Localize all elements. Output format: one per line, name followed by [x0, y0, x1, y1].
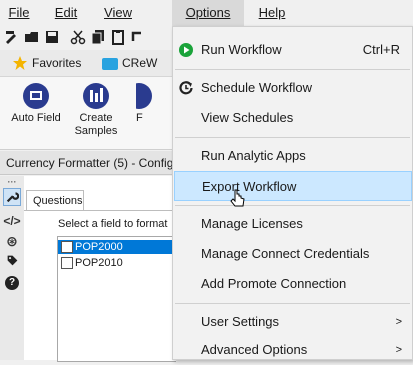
xml-icon[interactable]: </> — [3, 212, 21, 230]
tool-auto-field[interactable]: Auto Field — [6, 83, 66, 125]
tab-crew-macros[interactable]: CReW Ma — [122, 50, 175, 96]
menu-separator — [175, 205, 410, 206]
open-folder-icon[interactable] — [24, 29, 40, 45]
menu-separator — [175, 69, 410, 70]
wrench-icon[interactable] — [3, 188, 21, 206]
options-menu: Run Workflow Ctrl+R Schedule Workflow Vi… — [172, 26, 413, 360]
submenu-arrow-icon: > — [395, 316, 402, 328]
menu-file[interactable]: File — [4, 0, 34, 26]
menu-item-schedule-workflow[interactable]: Schedule Workflow — [173, 73, 412, 103]
tool-category-bar: Favorites CReW Ma — [0, 50, 175, 96]
menu-separator — [175, 303, 410, 304]
menu-bar: File Edit View Options Help — [0, 0, 413, 26]
crew-macros-icon — [102, 58, 118, 70]
menu-item-export-workflow[interactable]: Export Workflow — [174, 171, 412, 201]
tab-questions[interactable]: Questions — [26, 190, 84, 210]
field-checkbox[interactable] — [61, 257, 73, 269]
menu-item-manage-licenses[interactable]: Manage Licenses — [173, 209, 412, 239]
tag-icon[interactable] — [3, 252, 21, 270]
configuration-window-title: Currency Formatter (5) - Configuration — [0, 151, 175, 175]
tool-palette: Auto Field Create Samples F — [0, 77, 175, 150]
list-item[interactable]: POP2000 — [58, 240, 176, 254]
schedule-icon — [179, 81, 193, 95]
menu-edit[interactable]: Edit — [48, 0, 84, 26]
create-samples-icon — [83, 83, 109, 109]
cut-icon[interactable] — [70, 29, 86, 45]
compass-icon[interactable]: ⊛ — [3, 232, 21, 250]
tab-divider — [24, 210, 175, 211]
save-icon[interactable] — [44, 29, 60, 45]
tab-favorites[interactable]: Favorites — [32, 50, 81, 76]
field-list: POP2000 POP2010 — [57, 236, 176, 362]
menu-view[interactable]: View — [98, 0, 138, 26]
copy-icon[interactable] — [90, 29, 106, 45]
mouse-pointer-icon — [230, 189, 245, 207]
menu-item-advanced-options[interactable]: Advanced Options > — [173, 335, 412, 365]
list-item[interactable]: POP2010 — [58, 256, 176, 270]
menu-item-manage-connect-credentials[interactable]: Manage Connect Credentials — [173, 239, 412, 269]
help-icon[interactable]: ? — [3, 274, 21, 292]
tool-partial-icon — [136, 83, 152, 109]
tool-partial[interactable]: F — [136, 83, 166, 125]
menu-item-add-promote-connection[interactable]: Add Promote Connection — [173, 269, 412, 299]
menu-item-view-schedules[interactable]: View Schedules — [173, 103, 412, 133]
config-side-strip: ··· </> ⊛ ? — [0, 176, 25, 360]
star-icon — [13, 56, 27, 70]
toolbar — [0, 26, 175, 48]
menu-help[interactable]: Help — [252, 0, 292, 26]
auto-field-icon — [23, 83, 49, 109]
menu-item-user-settings[interactable]: User Settings > — [173, 307, 412, 337]
menu-item-run-workflow[interactable]: Run Workflow Ctrl+R — [173, 35, 412, 65]
undo-icon[interactable] — [130, 29, 146, 45]
submenu-arrow-icon: > — [395, 344, 402, 356]
paste-icon[interactable] — [110, 29, 126, 45]
menu-options[interactable]: Options — [172, 0, 244, 26]
new-workflow-icon[interactable] — [4, 29, 20, 45]
menu-separator — [175, 137, 410, 138]
menu-item-run-analytic-apps[interactable]: Run Analytic Apps — [173, 141, 412, 171]
field-checkbox[interactable] — [61, 241, 73, 253]
play-icon — [179, 43, 193, 57]
field-select-label: Select a field to format — [58, 218, 168, 230]
tool-create-samples[interactable]: Create Samples — [66, 83, 126, 138]
